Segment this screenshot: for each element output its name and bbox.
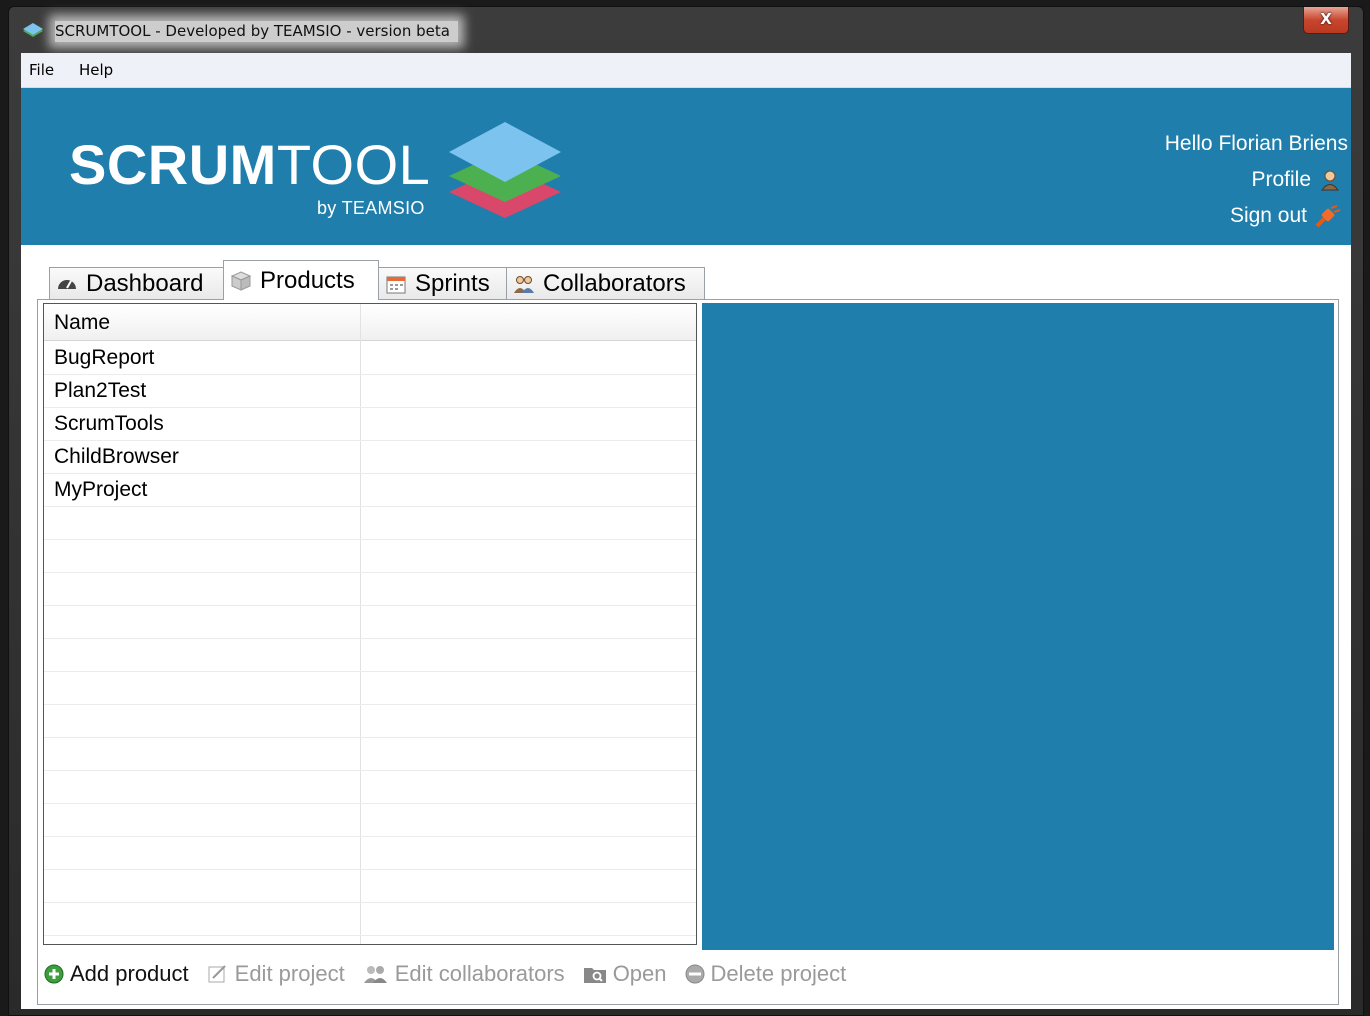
delete-project-label: Delete project — [710, 961, 847, 986]
table-row — [44, 539, 696, 573]
window-title: SCRUMTOOL - Developed by TEAMSIO - versi… — [55, 21, 458, 42]
table-header: Name — [44, 304, 696, 341]
menu-help[interactable]: Help — [79, 61, 113, 79]
table-row[interactable]: BugReport — [44, 341, 696, 375]
logo-layers-icon — [449, 122, 561, 218]
greeting-text: Hello Florian Briens — [1164, 132, 1348, 155]
table-row — [44, 704, 696, 738]
menu-bar: File Help — [21, 53, 1351, 88]
tab-sprints[interactable]: Sprints — [378, 267, 507, 299]
tab-collaborators[interactable]: Collaborators — [506, 267, 705, 299]
people-edit-icon — [363, 966, 387, 983]
products-toolbar: Add product Edit project Edit collaborat… — [44, 955, 846, 993]
logo-wordmark: SCRUMTOOL — [69, 132, 430, 197]
logo-subtitle: by TEAMSIO — [317, 198, 425, 218]
table-row[interactable]: ScrumTools — [44, 407, 696, 441]
menu-file[interactable]: File — [29, 61, 54, 79]
tab-dashboard-label: Dashboard — [86, 269, 204, 297]
delete-icon — [685, 964, 705, 984]
table-row — [44, 737, 696, 771]
table-row[interactable]: MyProject — [44, 473, 696, 507]
box-icon — [230, 270, 252, 291]
tab-collaborators-label: Collaborators — [543, 269, 686, 297]
open-icon — [583, 968, 606, 983]
add-product-button[interactable]: Add product — [44, 961, 189, 987]
product-name-cell: BugReport — [54, 346, 155, 369]
column-header-name[interactable]: Name — [54, 311, 110, 335]
table-row — [44, 836, 696, 870]
app-window: SCRUMTOOL - Developed by TEAMSIO - versi… — [8, 6, 1364, 1016]
product-name-cell: Plan2Test — [54, 379, 147, 402]
sign-out-label: Sign out — [1229, 204, 1307, 227]
table-row — [44, 902, 696, 936]
products-table[interactable]: Name BugReport Plan2Test ScrumTools ChildBr… — [43, 303, 697, 945]
table-row — [44, 770, 696, 804]
table-row — [44, 572, 696, 606]
plug-icon — [1315, 205, 1341, 228]
table-row[interactable]: Plan2Test — [44, 374, 696, 408]
title-bar[interactable]: SCRUMTOOL - Developed by TEAMSIO - versi… — [9, 7, 1363, 53]
edit-project-label: Edit project — [234, 961, 345, 986]
table-row — [44, 638, 696, 672]
delete-project-button[interactable]: Delete project — [685, 961, 847, 987]
tab-products[interactable]: Products — [223, 260, 379, 300]
close-button[interactable]: X — [1303, 7, 1349, 34]
calendar-icon — [386, 276, 406, 293]
product-name-cell: ScrumTools — [54, 412, 164, 435]
user-icon — [1321, 170, 1339, 191]
add-product-label: Add product — [70, 961, 189, 986]
open-button[interactable]: Open — [583, 961, 667, 987]
edit-icon — [208, 965, 226, 983]
table-row — [44, 671, 696, 705]
tab-products-label: Products — [260, 266, 355, 294]
edit-project-button[interactable]: Edit project — [207, 961, 345, 987]
sign-out-link[interactable]: Sign out — [1230, 204, 1341, 228]
gauge-icon — [58, 279, 76, 289]
edit-collaborators-button[interactable]: Edit collaborators — [363, 961, 565, 987]
edit-collaborators-label: Edit collaborators — [394, 961, 565, 986]
product-name-cell: ChildBrowser — [54, 445, 179, 468]
product-detail-panel — [702, 303, 1334, 950]
table-row — [44, 869, 696, 903]
app-logo-icon — [23, 23, 43, 37]
client-area: File Help SCRUMTOOL by TEAMSIO Hello Flo… — [21, 53, 1351, 1009]
table-row — [44, 605, 696, 639]
table-row — [44, 803, 696, 837]
open-label: Open — [612, 961, 667, 986]
profile-label: Profile — [1251, 168, 1311, 191]
header-banner: SCRUMTOOL by TEAMSIO Hello Florian Brien… — [21, 88, 1351, 245]
table-row[interactable]: ChildBrowser — [44, 440, 696, 474]
add-icon — [44, 964, 64, 984]
tab-sprints-label: Sprints — [415, 269, 490, 297]
profile-link[interactable]: Profile — [1251, 168, 1341, 192]
logo-bold: SCRUM — [69, 133, 277, 196]
products-panel: Name BugReport Plan2Test ScrumTools ChildBr… — [37, 299, 1339, 1005]
people-icon — [514, 275, 534, 293]
table-row — [44, 506, 696, 540]
product-name-cell: MyProject — [54, 478, 148, 501]
logo-light: TOOL — [276, 133, 431, 196]
tab-dashboard[interactable]: Dashboard — [49, 267, 224, 299]
tab-strip: Dashboard Products Sprints Collaborators — [21, 245, 1351, 300]
